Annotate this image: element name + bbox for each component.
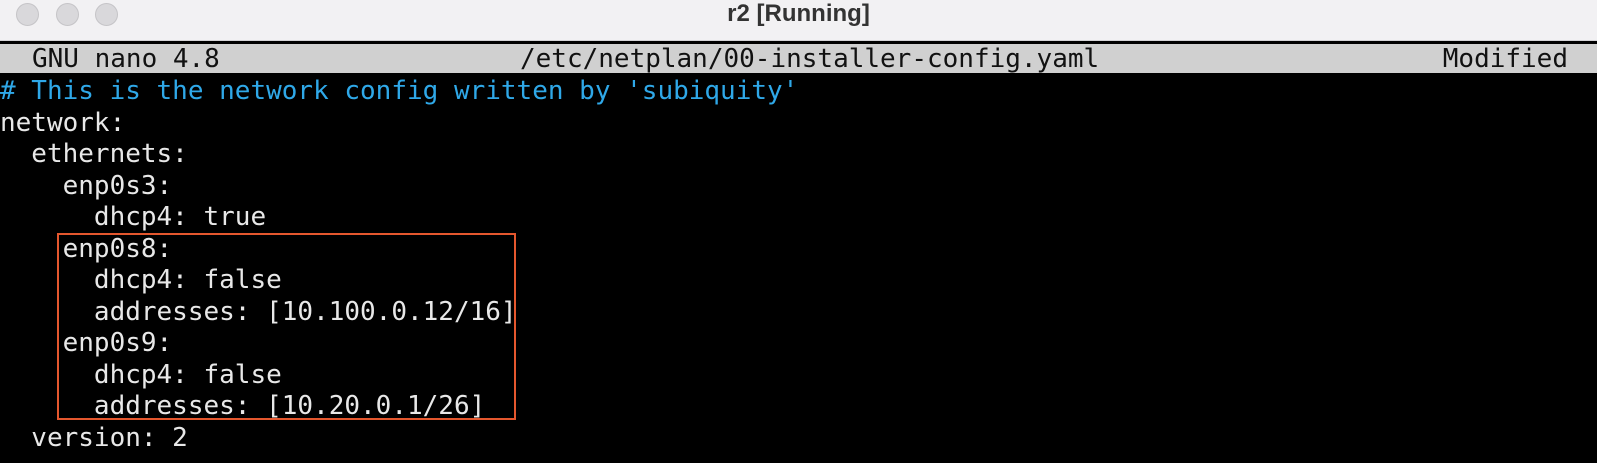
editor-line[interactable]: ethernets: (0, 139, 1597, 171)
editor-line[interactable]: enp0s3: (0, 171, 1597, 203)
title-bar: r2 [Running] (0, 0, 1597, 41)
editor-line-comment[interactable]: # This is the network config written by … (0, 76, 1597, 108)
annotation-highlight-box (57, 233, 516, 420)
editor-line[interactable]: network: (0, 108, 1597, 140)
nano-version-label: GNU nano 4.8 (32, 44, 220, 74)
window-title: r2 [Running] (727, 0, 870, 27)
file-path-label: /etc/netplan/00-installer-config.yaml (520, 44, 1100, 74)
modified-status-label: Modified (1442, 44, 1568, 74)
editor-line[interactable]: dhcp4: true (0, 202, 1597, 234)
editor-line[interactable]: version: 2 (0, 423, 1597, 455)
vm-window: r2 [Running] GNU nano 4.8 /etc/netplan/0… (0, 0, 1597, 463)
nano-header-bar: GNU nano 4.8 /etc/netplan/00-installer-c… (0, 44, 1597, 74)
